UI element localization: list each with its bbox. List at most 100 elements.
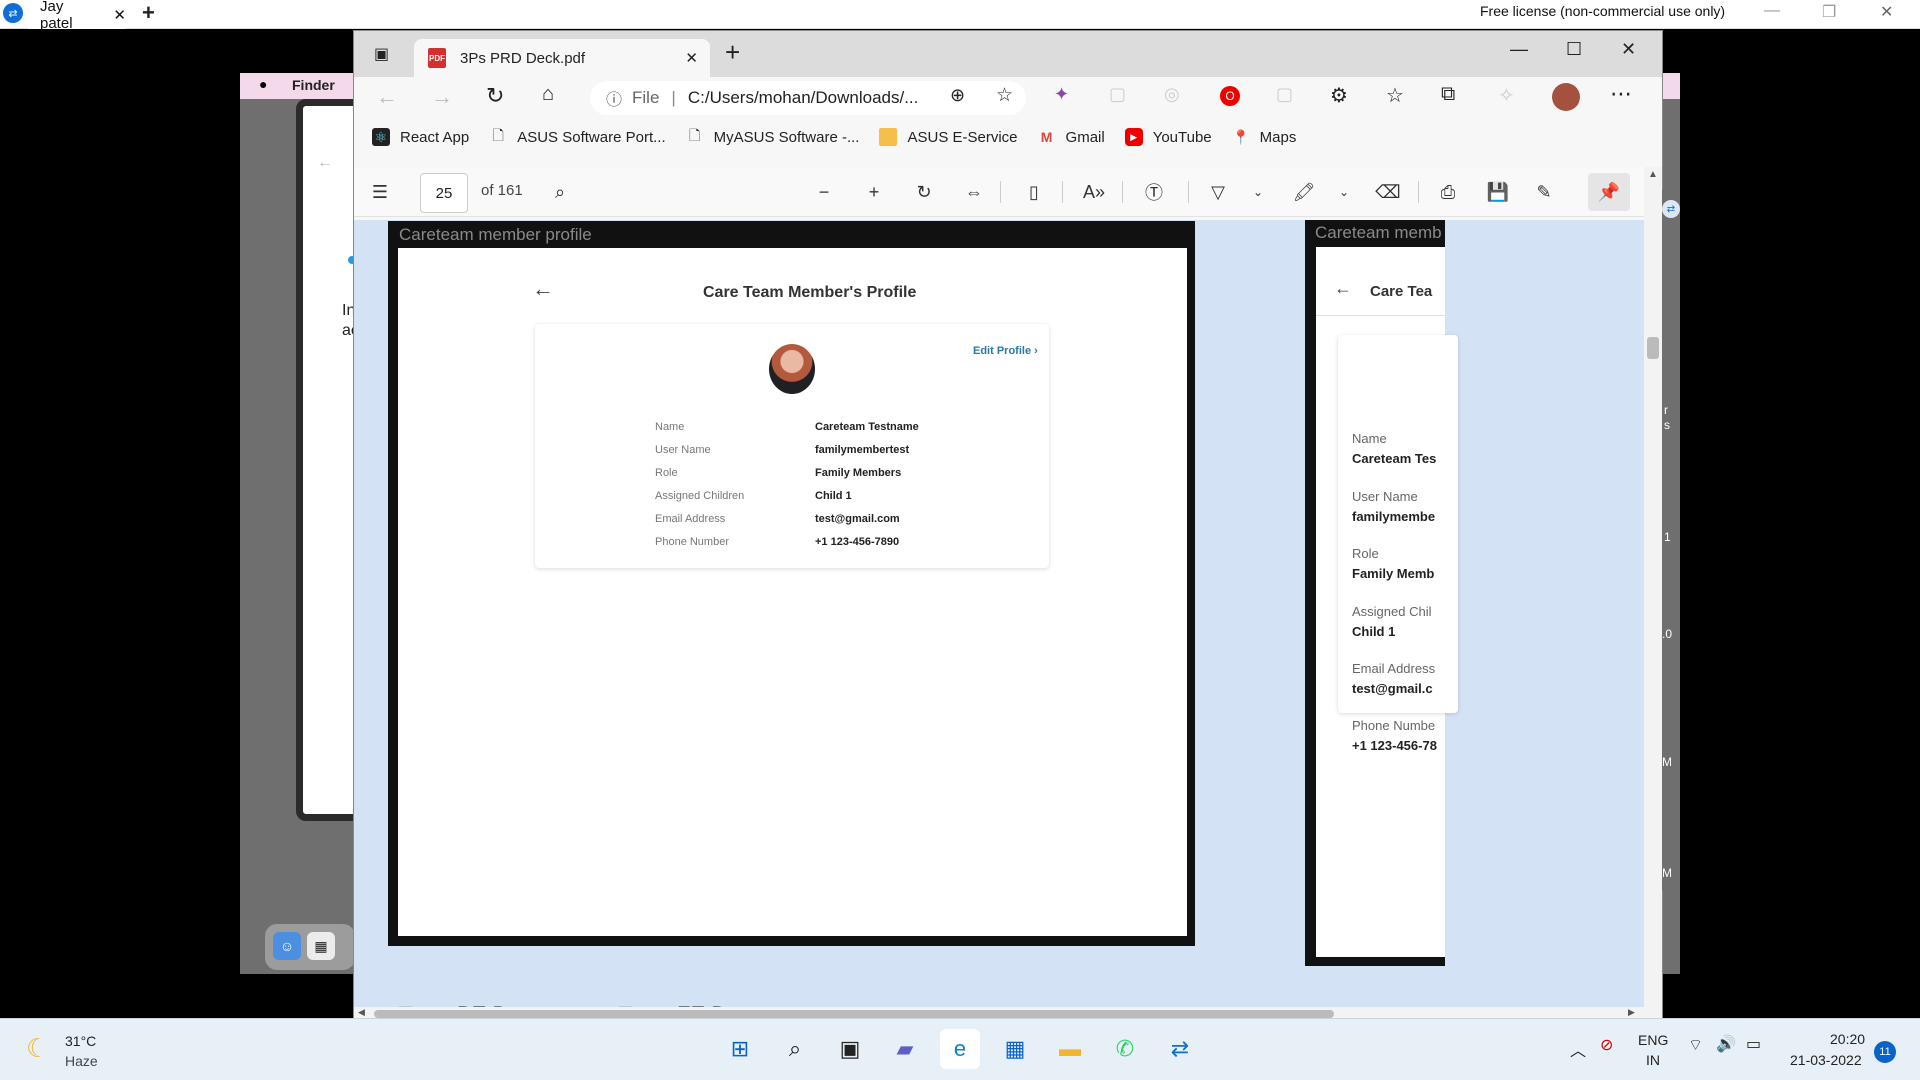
zoom-icon[interactable]: ⊕ [950,85,965,106]
apple-icon[interactable]: ● [259,76,267,92]
lang-line2[interactable]: IN [1646,1052,1660,1068]
rotate-icon[interactable]: ↻ [912,178,936,206]
avatar[interactable] [1552,83,1580,111]
clock-time[interactable]: 20:20 [1830,1031,1865,1047]
collections-icon[interactable]: ⧉ [1441,83,1455,106]
weather-temp[interactable]: 31°C [65,1033,96,1049]
draw-icon[interactable]: ▽ [1206,178,1230,206]
scroll-thumb[interactable] [374,1010,1334,1018]
wifi-icon[interactable]: ⌔ [1688,1035,1703,1055]
search-icon[interactable]: ⌕ [775,1029,815,1069]
page-number-input[interactable]: 25 [420,173,468,213]
print-icon[interactable]: ⎙ [1436,178,1460,206]
scroll-right-icon[interactable]: ▶ [1628,1007,1635,1018]
session-tab[interactable]: Jay patel ✕ [28,0,126,32]
more-icon[interactable]: ⋯ [1610,81,1632,107]
close-window-icon[interactable]: ✕ [1880,2,1893,22]
finder-dock-icon[interactable]: ☺ [273,932,301,960]
add-favorite-icon[interactable]: ☆ [996,84,1013,107]
search-icon[interactable]: ⌕ [548,178,572,206]
tab-close-icon[interactable]: ✕ [685,49,698,67]
store-icon[interactable]: ▦ [995,1029,1035,1069]
minimize-icon[interactable]: — [1764,2,1780,20]
volume-icon[interactable]: 🔊 [1716,1034,1736,1054]
opera-icon[interactable]: O [1220,86,1240,106]
save-as-icon[interactable]: ✎ [1532,178,1556,206]
field-label-role: Role [1352,546,1379,561]
teamviewer-session-bar: ⇄ Jay patel ✕ + Free license (non-commer… [0,0,1920,32]
save-icon[interactable]: 💾 [1486,178,1510,206]
extension-2-icon[interactable]: ▢ [1109,84,1126,105]
weather-icon[interactable]: ☾ [26,1033,49,1064]
favorite-asus-portal[interactable]: 🗋 ASUS Software Port... [489,127,666,146]
field-value-email: test@gmail.com [815,513,900,525]
lang-line1[interactable]: ENG [1638,1032,1668,1048]
scroll-left-icon[interactable]: ◀ [358,1007,365,1018]
battery-icon[interactable]: ▭ [1746,1034,1761,1054]
extension-1-icon[interactable]: ✦ [1054,84,1069,105]
clock-date[interactable]: 21-03-2022 [1790,1052,1862,1068]
teamviewer-taskbar-icon[interactable]: ⇄ [1160,1029,1200,1069]
favorite-asus-eservice[interactable]: ASUS E-Service [879,128,1018,146]
favorite-gmail[interactable]: M Gmail [1038,128,1105,146]
favorite-label: YouTube [1152,128,1212,146]
teams-chat-icon[interactable]: ▰ [885,1029,925,1069]
home-icon[interactable]: ⌂ [542,83,554,106]
forward-icon[interactable]: → [431,84,453,110]
weather-desc[interactable]: Haze [65,1053,98,1069]
scroll-up-icon[interactable]: ▲ [1648,169,1658,180]
fit-page-icon[interactable]: ⇔ [962,178,986,206]
extensions-icon[interactable]: ⚙ [1330,83,1348,108]
text-box-icon[interactable]: Ⓣ [1142,178,1166,206]
refresh-icon[interactable]: ↻ [486,83,504,109]
page-view-icon[interactable]: ▯ [1022,178,1046,206]
contents-icon[interactable]: ☰ [368,178,392,206]
extension-4-icon[interactable]: ▢ [1276,84,1293,105]
chevron-down-icon[interactable]: ⌄ [1250,178,1266,206]
task-view-icon[interactable]: ▣ [830,1029,870,1069]
edit-profile-label: Edit Profile [973,345,1032,357]
close-window-icon[interactable]: ✕ [1621,39,1636,60]
finder-menu-label[interactable]: Finder [292,77,335,93]
favorite-youtube[interactable]: ▶ YouTube [1124,128,1212,146]
divider [1122,181,1123,203]
network-warning-icon[interactable]: ⊘ [1600,1035,1613,1055]
restore-icon[interactable]: ❐ [1822,2,1836,22]
extension-3-icon[interactable]: ◎ [1164,84,1180,105]
edge-taskbar-icon[interactable]: e [940,1029,980,1069]
teamviewer-side-icon[interactable]: ⇄ [1662,200,1680,218]
back-icon[interactable]: ← [376,84,398,110]
chevron-up-icon[interactable]: ︿ [1570,1037,1586,1061]
taskbar: ☾ 31°C Haze ⊞ ⌕ ▣ ▰ e ▦ ▬ ✆ ⇄ ︿ ⊘ ENG IN… [0,1018,1920,1080]
tab-actions-icon[interactable]: ▣ [374,44,389,64]
whatsapp-icon[interactable]: ✆ [1105,1029,1145,1069]
pin-toolbar-icon[interactable]: 📌 [1588,173,1630,211]
favorite-maps[interactable]: 📍 Maps [1232,128,1296,146]
close-icon[interactable]: ✕ [113,6,126,24]
pdf-toolbar: ☰ 25 of 161 ⌕ − + ↻ ⇔ ▯ A» Ⓣ ▽ ⌄ 🖍 ⌄ ⌫ ⎙… [354,167,1662,217]
favorites-icon[interactable]: ☆ [1386,83,1404,108]
launchpad-dock-icon[interactable]: ▦ [307,932,335,960]
add-session-icon[interactable]: + [142,0,155,26]
eraser-icon[interactable]: ⌫ [1375,178,1400,206]
favorite-myasus[interactable]: 🗋 MyASUS Software -... [686,127,860,146]
maximize-icon[interactable]: ☐ [1566,39,1582,60]
copilot-icon[interactable]: ✧ [1498,83,1515,108]
minimize-icon[interactable]: — [1510,39,1528,60]
favorite-react-app[interactable]: ⚛ React App [372,128,469,146]
zoom-in-icon[interactable]: + [862,178,886,206]
vertical-scrollbar[interactable]: ▲ ▼ [1644,167,1662,1040]
chevron-down-icon[interactable]: ⌄ [1336,178,1352,206]
highlight-icon[interactable]: 🖍 [1292,178,1316,206]
read-aloud-icon[interactable]: A» [1082,178,1106,206]
info-icon[interactable]: ⓘ [606,86,622,110]
pdf-viewer[interactable]: Careteam member profile ← Care Team Memb… [354,220,1644,1040]
file-explorer-icon[interactable]: ▬ [1050,1029,1090,1069]
notification-badge[interactable]: 11 [1874,1041,1896,1063]
back-arrow-icon[interactable]: ← [317,154,333,172]
zoom-out-icon[interactable]: − [812,178,836,206]
start-icon[interactable]: ⊞ [720,1029,760,1069]
new-tab-icon[interactable]: + [725,37,740,68]
tab-pdf[interactable]: PDF 3Ps PRD Deck.pdf ✕ [414,39,710,77]
scroll-thumb[interactable] [1647,337,1659,359]
